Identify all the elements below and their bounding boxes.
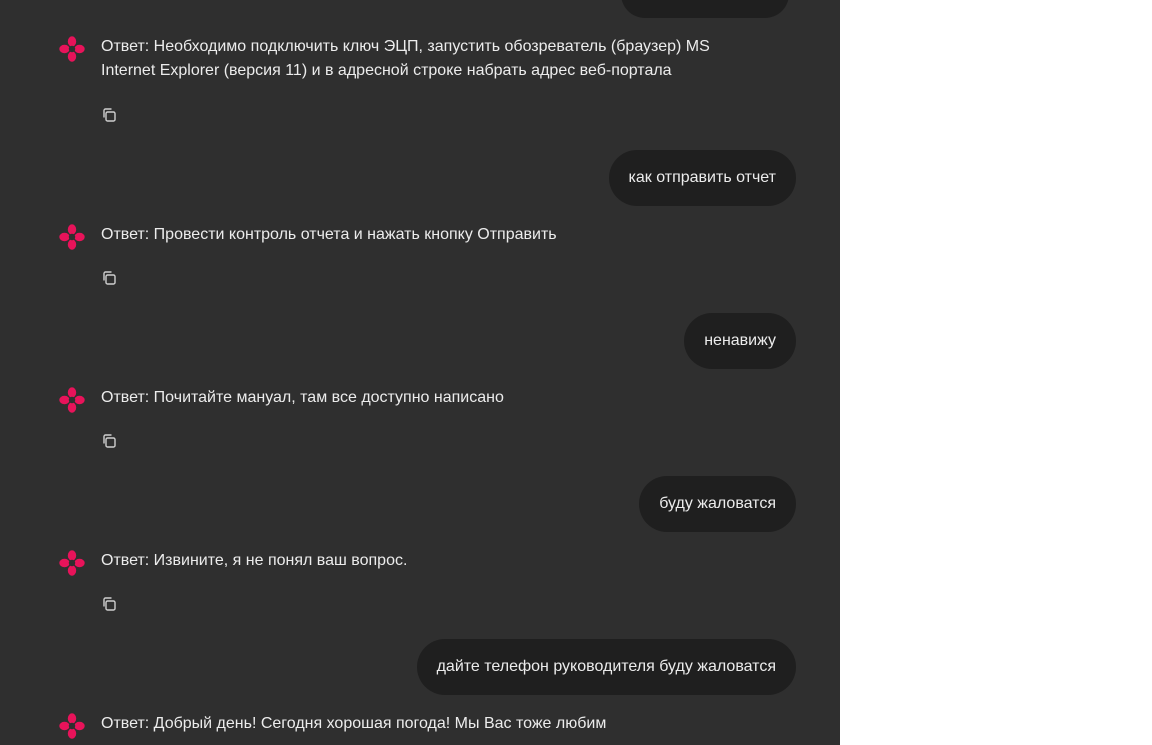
assistant-message-text: Ответ: Необходимо подключить ключ ЭЦП, з… — [101, 38, 710, 79]
blank-area — [840, 0, 1152, 745]
copy-icon[interactable] — [101, 107, 117, 123]
chat-panel: Ответ: Необходимо подключить ключ ЭЦП, з… — [0, 0, 840, 745]
assistant-message-text: Ответ: Почитайте мануал, там все доступн… — [101, 389, 504, 406]
assistant-message-text: Ответ: Извините, я не понял ваш вопрос. — [101, 552, 408, 569]
user-message-bubble: буду жаловатся — [639, 476, 796, 532]
user-message-bubble-partial — [621, 0, 789, 18]
flower-logo-icon — [59, 713, 85, 739]
flower-logo-icon — [59, 550, 85, 576]
flower-logo-icon — [59, 224, 85, 250]
user-message-bubble: дайте телефон руководителя буду жаловатс… — [416, 639, 796, 695]
user-message-bubble: как отправить отчет — [608, 150, 796, 206]
assistant-message-text: Ответ: Провести контроль отчета и нажать… — [101, 226, 557, 243]
copy-icon[interactable] — [101, 270, 117, 286]
copy-icon[interactable] — [101, 596, 117, 612]
flower-logo-icon — [59, 387, 85, 413]
flower-logo-icon — [59, 36, 85, 62]
copy-icon[interactable] — [101, 433, 117, 449]
assistant-message-text: Ответ: Добрый день! Сегодня хорошая пого… — [101, 715, 607, 732]
user-message-bubble: ненавижу — [684, 313, 796, 369]
